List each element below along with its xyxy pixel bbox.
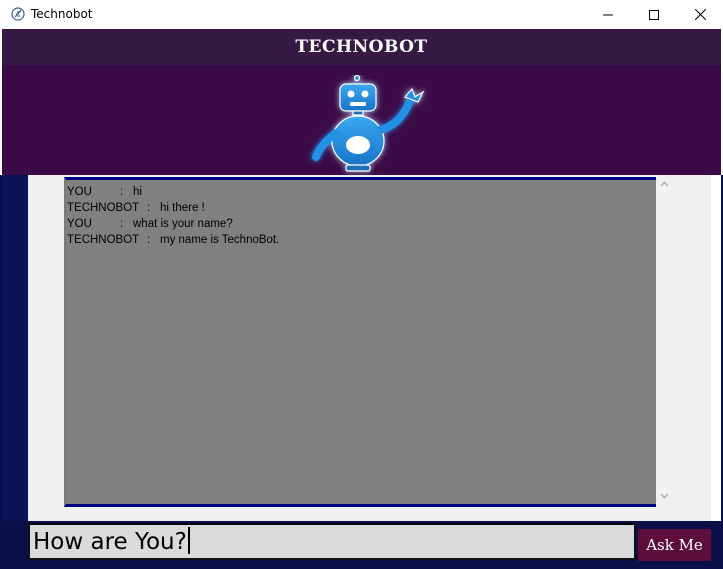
message-separator: : (120, 218, 124, 230)
maximize-icon (649, 9, 659, 20)
scroll-down-arrow-icon[interactable] (660, 493, 669, 499)
left-margin (2, 175, 28, 521)
text-caret (187, 527, 190, 554)
message-speaker: YOU (67, 218, 92, 230)
minimize-button[interactable] (585, 0, 631, 29)
chat-message: TECHNOBOT : hi there ! (67, 200, 658, 216)
message-text: hi (133, 186, 142, 198)
question-input[interactable]: How are You? (28, 523, 636, 560)
header-logo-band (2, 65, 721, 175)
robot-mascot-icon (312, 75, 425, 172)
app-heading: TECHNOBOT (295, 37, 428, 57)
chat-log[interactable]: YOU : hi TECHNOBOT : hi there ! YOU : wh… (64, 177, 658, 507)
chat-message: YOU : hi (67, 184, 658, 200)
question-input-value: How are You? (33, 529, 187, 555)
window-title-bar: Technobot (0, 0, 723, 29)
message-text: my name is TechnoBot. (160, 234, 280, 246)
scroll-up-arrow-icon[interactable] (660, 181, 669, 187)
message-speaker: YOU (67, 186, 92, 198)
ask-me-button[interactable]: Ask Me (638, 529, 711, 561)
window-title: Technobot (31, 7, 93, 21)
message-speaker: TECHNOBOT (67, 234, 140, 246)
close-button[interactable] (677, 0, 723, 29)
feather-app-icon (10, 6, 26, 22)
message-speaker: TECHNOBOT (67, 202, 140, 214)
maximize-button[interactable] (631, 0, 677, 29)
header-title-band: TECHNOBOT (2, 29, 721, 65)
minimize-icon (603, 14, 613, 15)
message-text: what is your name? (133, 218, 233, 230)
message-separator: : (147, 234, 151, 246)
chat-message: YOU : what is your name? (67, 216, 658, 232)
close-icon (694, 9, 706, 20)
message-separator: : (120, 186, 124, 198)
message-separator: : (147, 202, 151, 214)
chat-scrollbar[interactable] (656, 177, 673, 507)
right-margin (711, 175, 721, 521)
chat-message: TECHNOBOT : my name is TechnoBot. (67, 232, 658, 248)
message-text: hi there ! (160, 202, 205, 214)
